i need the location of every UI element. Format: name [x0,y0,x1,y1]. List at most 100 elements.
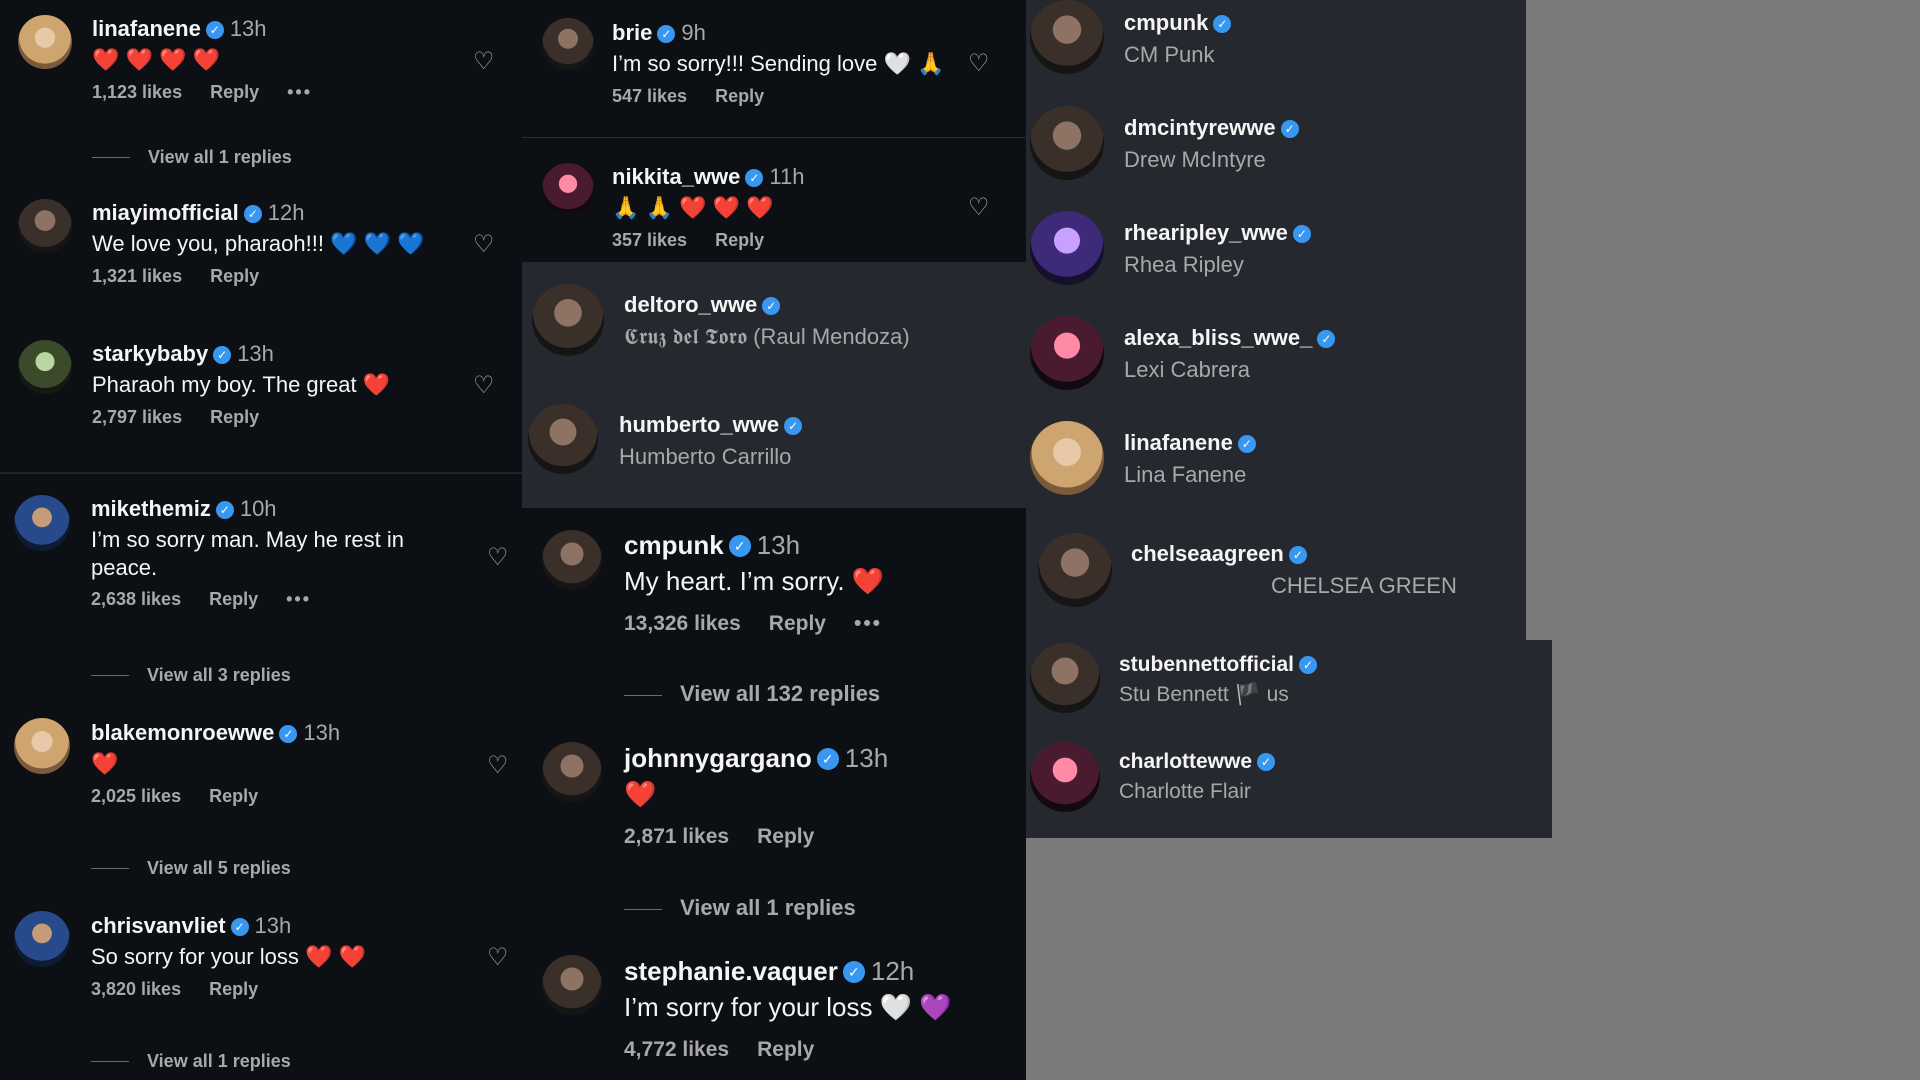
like-heart-icon[interactable]: ♡ [487,946,509,970]
view-replies-link[interactable]: View all 132 replies [624,681,880,707]
avatar[interactable] [542,955,602,1015]
like-heart-icon[interactable]: ♡ [968,196,990,220]
verified-icon: ✓ [205,21,224,39]
view-replies-link[interactable]: View all 1 replies [92,147,292,168]
view-replies-link[interactable]: View all 1 replies [624,895,856,921]
account-item[interactable]: alexa_bliss_wwe_ ✓ Lexi Cabrera [1124,325,1341,383]
username[interactable]: brie [612,20,652,45]
account-item[interactable]: linafanene ✓ Lina Fanene [1124,430,1262,488]
like-count[interactable]: 2,871 likes [624,825,729,848]
verified-icon: ✓ [762,297,781,315]
account-username: cmpunk [1124,10,1209,35]
avatar[interactable] [528,404,598,474]
avatar[interactable] [542,18,594,70]
reply-button[interactable]: Reply [209,786,258,806]
comment: brie ✓ 9h I’m so sorry!!! Sending love 🤍 🙏… [612,20,972,107]
suggestion-item[interactable]: humberto_wwe ✓ Humberto Carrillo [619,412,808,470]
account-item[interactable]: cmpunk ✓ CM Punk [1124,10,1237,68]
like-count[interactable]: 4,772 likes [624,1038,729,1061]
avatar[interactable] [1030,316,1104,390]
avatar[interactable] [1030,742,1100,812]
avatar[interactable] [14,911,70,967]
username[interactable]: miayimofficial [92,200,239,225]
comment-text: Pharaoh my boy. The great ❤️ [92,372,391,397]
view-replies-link[interactable]: View all 5 replies [91,858,291,879]
like-count[interactable]: 2,638 likes [91,589,181,609]
like-count[interactable]: 13,326 likes [624,612,741,635]
view-replies-link[interactable]: View all 3 replies [91,665,291,686]
account-item[interactable]: dmcintyrewwe ✓ Drew McIntyre [1124,115,1305,173]
avatar[interactable] [542,163,594,215]
more-options-icon[interactable]: ••• [287,82,312,102]
account-item[interactable]: stubennettofficial ✓ Stu Bennett 🏴 us [1119,653,1323,707]
avatar[interactable] [532,284,604,356]
avatar[interactable] [1030,421,1104,495]
like-heart-icon[interactable]: ♡ [487,754,509,778]
timestamp: 13h [229,16,267,41]
username[interactable]: starkybaby [92,341,208,366]
avatar[interactable] [542,742,602,802]
reply-button[interactable]: Reply [209,589,258,609]
account-item[interactable]: charlottewwe ✓ Charlotte Flair [1119,750,1281,804]
reply-button[interactable]: Reply [209,979,258,999]
reply-button[interactable]: Reply [715,230,764,250]
verified-icon: ✓ [1237,435,1256,453]
username[interactable]: cmpunk [624,530,724,560]
avatar[interactable] [18,15,72,69]
comments-column-left: linafanene ✓ 13h ❤️ ❤️ ❤️ ❤️ 1,123 likes Re… [0,0,522,1080]
reply-button[interactable]: Reply [757,825,814,848]
comment: nikkita_wwe ✓ 11h 🙏 🙏 ❤️ ❤️ ❤️ 357 likes Re… [612,164,972,251]
like-count[interactable]: 357 likes [612,230,687,250]
avatar[interactable] [1030,106,1104,180]
avatar[interactable] [14,718,70,774]
like-heart-icon[interactable]: ♡ [473,50,495,74]
avatar[interactable] [1030,211,1104,285]
username[interactable]: johnnygargano [624,743,812,773]
account-name: Lina Fanene [1124,462,1247,487]
verified-icon: ✓ [1213,15,1232,33]
reply-button[interactable]: Reply [769,612,826,635]
avatar[interactable] [1030,0,1104,74]
account-name: Drew McIntyre [1124,147,1266,172]
like-heart-icon[interactable]: ♡ [968,52,990,76]
like-heart-icon[interactable]: ♡ [487,546,509,570]
reply-button[interactable]: Reply [210,82,259,102]
account-item[interactable]: rhearipley_wwe ✓ Rhea Ripley [1124,220,1317,278]
like-count[interactable]: 1,321 likes [92,266,182,286]
like-count[interactable]: 3,820 likes [91,979,181,999]
reply-button[interactable]: Reply [715,86,764,106]
username[interactable]: stephanie.vaquer [624,956,838,986]
verified-icon: ✓ [1257,753,1276,771]
username[interactable]: nikkita_wwe [612,164,740,189]
reply-button[interactable]: Reply [757,1038,814,1061]
username[interactable]: linafanene [92,16,201,41]
avatar[interactable] [18,340,72,394]
more-options-icon[interactable]: ••• [854,612,882,635]
avatar[interactable] [14,495,70,551]
more-options-icon[interactable]: ••• [286,589,311,609]
avatar[interactable] [18,199,72,253]
view-replies-link[interactable]: View all 1 replies [91,1051,291,1072]
reply-button[interactable]: Reply [210,266,259,286]
like-count[interactable]: 2,797 likes [92,407,182,427]
like-heart-icon[interactable]: ♡ [473,374,495,398]
timestamp: 13h [254,913,292,938]
like-heart-icon[interactable]: ♡ [473,233,495,257]
avatar[interactable] [1038,533,1112,607]
account-username: rhearipley_wwe [1124,220,1288,245]
like-count[interactable]: 547 likes [612,86,687,106]
suggestion-item[interactable]: deltoro_wwe ✓ 𝕮𝖗𝖚𝖟 𝖉𝖊𝖑 𝕿𝖔𝖗𝖔 (Raul Mendoza… [624,292,910,350]
reply-button[interactable]: Reply [210,407,259,427]
account-item[interactable]: chelseaagreen ✓ CHELSEA GREEN [1131,541,1457,599]
avatar[interactable] [542,530,602,590]
timestamp: 10h [239,496,277,521]
username[interactable]: chrisvanvliet [91,913,226,938]
like-count[interactable]: 1,123 likes [92,82,182,102]
like-count[interactable]: 2,025 likes [91,786,181,806]
timestamp: 13h [303,720,341,745]
username[interactable]: blakemonroewwe [91,720,274,745]
verified-icon: ✓ [1288,546,1307,564]
avatar[interactable] [1030,643,1100,713]
timestamp: 11h [769,164,805,189]
username[interactable]: mikethemiz [91,496,211,521]
